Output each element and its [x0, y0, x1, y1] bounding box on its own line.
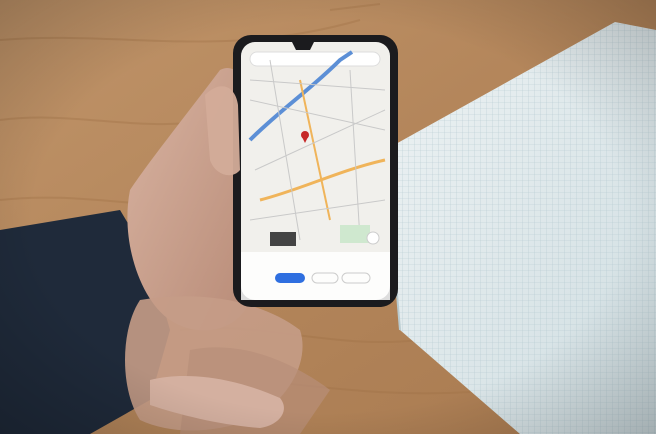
vignette — [0, 0, 656, 434]
photo-scene — [0, 0, 656, 434]
photo-canvas — [0, 0, 656, 434]
